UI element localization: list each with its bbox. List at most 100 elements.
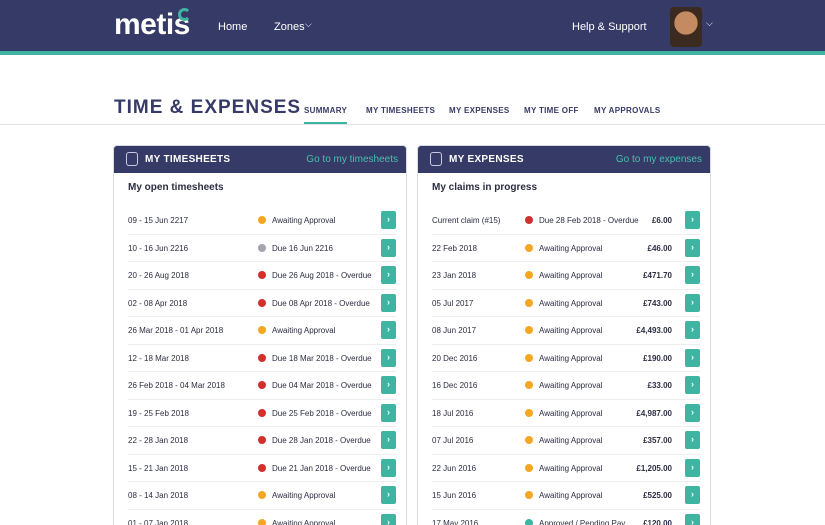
item-status: Due 21 Jan 2018 - Overdue [272,463,371,473]
status-dot-icon [525,298,533,307]
chevron-right-icon[interactable]: › [685,238,700,257]
chevron-right-icon[interactable]: › [381,238,396,257]
go-to-timesheets-link[interactable]: Go to my timesheets [306,154,398,165]
chevron-right-icon[interactable]: › [381,211,396,229]
chevron-right-icon[interactable]: › [685,376,700,394]
tab-my-approvals[interactable]: MY APPROVALS [594,106,661,115]
status-dot-icon [258,243,266,252]
item-date: 26 Feb 2018 - 04 Mar 2018 [128,381,225,390]
chevron-right-icon[interactable]: › [381,513,396,525]
item-date: 08 Jun 2017 [432,326,477,335]
chevron-right-icon[interactable]: › [685,348,700,367]
chevron-right-icon[interactable]: › [685,431,700,449]
status-dot-icon [258,271,266,279]
expenses-card-header: MY EXPENSES Go to my expenses [418,146,710,173]
tab-my-timesheets[interactable]: MY TIMESHEETS [366,106,435,115]
nav-help-support-link[interactable]: Help & Support [572,21,647,33]
item-status: Awaiting Approval [539,436,603,445]
chevron-right-icon[interactable]: › [381,403,396,422]
chevron-right-icon[interactable]: › [685,211,700,229]
status-dot-icon [258,491,266,499]
item-date: 15 - 21 Jan 2018 [128,463,189,473]
chevron-right-icon[interactable]: › [685,486,700,504]
list-item: 22 - 28 Jan 2018 Due 28 Jan 2018 - Overdu… [128,427,396,455]
timesheets-list: 09 - 15 Jun 2217 Awaiting Approval › 10 - 1… [114,207,406,525]
list-item: 02 - 08 Apr 2018 Due 08 Apr 2018 - Overdu… [128,290,396,317]
list-item: 18 Jul 2016 Awaiting Approval £4,987.00 › [432,400,700,427]
stopwatch-icon [126,152,138,166]
item-status: Awaiting Approval [539,353,603,363]
item-status: Awaiting Approval [539,243,603,253]
status-dot-icon [525,381,533,389]
list-item: Current claim (#15) Due 28 Feb 2018 - Ove… [432,207,700,235]
chevron-right-icon[interactable]: › [381,266,396,284]
chevron-right-icon[interactable]: › [381,348,396,367]
status-dot-icon [258,518,266,525]
chevron-right-icon[interactable]: › [381,458,396,477]
item-status: Awaiting Approval [272,491,336,500]
chevron-right-icon[interactable]: › [381,486,396,504]
item-status: Awaiting Approval [272,518,336,525]
chevron-down-icon[interactable]: ⌵ [706,18,713,29]
expenses-list: Current claim (#15) Due 28 Feb 2018 - Ove… [418,207,710,525]
status-dot-icon [525,463,533,472]
item-date: 23 Jan 2018 [432,271,477,280]
go-to-expenses-link[interactable]: Go to my expenses [616,154,702,165]
item-status: Awaiting Approval [539,326,603,335]
item-date: 02 - 08 Apr 2018 [128,298,188,308]
item-status: Due 28 Feb 2018 - Overdue [539,216,639,225]
item-status: Awaiting Approval [539,381,603,390]
status-dot-icon [258,353,266,362]
expenses-card-title: MY EXPENSES [449,154,524,165]
item-amount: £525.00 [643,491,672,500]
status-dot-icon [258,381,266,389]
list-item: 01 - 07 Jan 2018 Awaiting Approval › [128,510,396,525]
item-date: 15 Jun 2016 [432,491,477,500]
list-item: 09 - 15 Jun 2217 Awaiting Approval › [128,207,396,235]
item-date: 12 - 18 Mar 2018 [128,353,189,363]
list-item: 15 Jun 2016 Awaiting Approval £525.00 › [432,482,700,510]
expenses-subtitle: My claims in progress [432,182,538,193]
chevron-right-icon[interactable]: › [685,266,700,284]
tab-summary[interactable]: SUMMARY [304,106,348,124]
item-status: Awaiting Approval [539,463,603,473]
list-item: 15 - 21 Jan 2018 Due 21 Jan 2018 - Overdu… [128,455,396,482]
item-amount: £190.00 [643,353,672,363]
item-date: 22 - 28 Jan 2018 [128,436,189,445]
chevron-right-icon[interactable]: › [381,431,396,449]
user-avatar[interactable] [670,7,702,47]
chevron-right-icon[interactable]: › [381,376,396,394]
money-bag-icon [430,152,442,166]
item-date: 22 Feb 2018 [432,243,477,253]
chevron-right-icon[interactable]: › [685,321,700,339]
chevron-right-icon[interactable]: › [685,513,700,525]
item-status: Awaiting Approval [272,326,336,335]
item-date: 08 - 14 Jan 2018 [128,491,189,500]
chevron-right-icon[interactable]: › [685,293,700,312]
item-amount: £6.00 [651,216,672,225]
list-item: 19 - 25 Feb 2018 Due 25 Feb 2018 - Overdu… [128,400,396,427]
nav-home-link[interactable]: Home [218,21,247,33]
top-navigation-bar: metis Home Zones ⌵ Help & Support ⌵ [0,0,825,55]
nav-zones-dropdown[interactable]: Zones [274,21,305,33]
status-dot-icon [525,326,533,334]
chevron-right-icon[interactable]: › [685,403,700,422]
item-amount: £4,493.00 [636,326,672,335]
status-dot-icon [525,243,533,252]
tab-my-time-off[interactable]: MY TIME OFF [524,106,579,115]
timesheets-card: MY TIMESHEETS Go to my timesheets My ope… [113,145,407,525]
list-item: 20 - 26 Aug 2018 Due 26 Aug 2018 - Overdu… [128,262,396,290]
chevron-right-icon[interactable]: › [685,458,700,477]
item-date: 26 Mar 2018 - 01 Apr 2018 [128,326,224,335]
item-status: Due 08 Apr 2018 - Overdue [272,298,370,308]
timesheets-card-header: MY TIMESHEETS Go to my timesheets [114,146,406,173]
list-item: 16 Dec 2016 Awaiting Approval £33.00 › [432,372,700,400]
item-status: Due 18 Mar 2018 - Overdue [272,353,372,363]
list-item: 17 May 2016 Approved / Pending Pay £120.00… [432,510,700,525]
tab-my-expenses[interactable]: MY EXPENSES [449,106,510,115]
list-item: 05 Jul 2017 Awaiting Approval £743.00 › [432,290,700,317]
item-date: 20 - 26 Aug 2018 [128,271,189,280]
chevron-down-icon[interactable]: ⌵ [305,19,312,30]
chevron-right-icon[interactable]: › [381,293,396,312]
chevron-right-icon[interactable]: › [381,321,396,339]
